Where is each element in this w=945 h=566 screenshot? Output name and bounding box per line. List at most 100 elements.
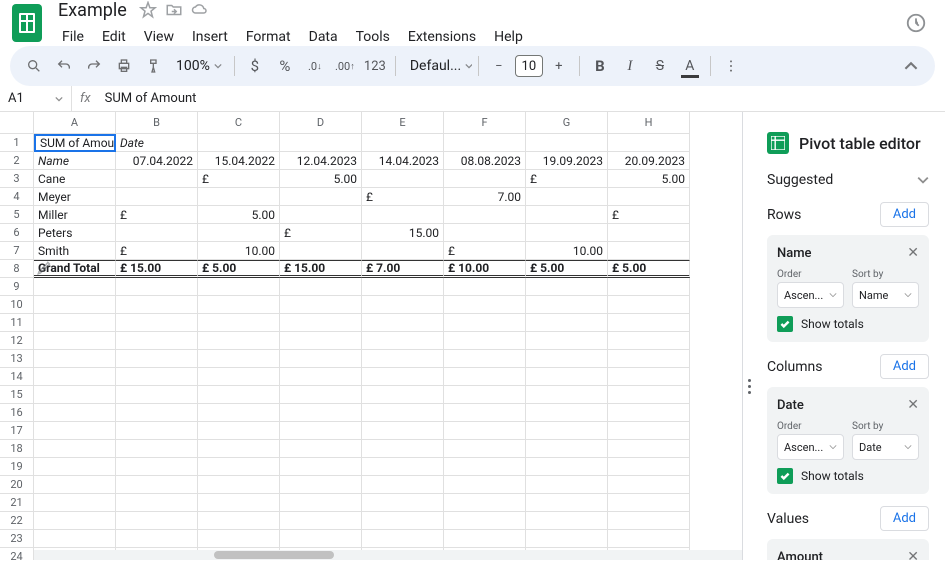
increase-decimal-btn[interactable]: .00↑ xyxy=(331,52,359,80)
cell[interactable] xyxy=(116,530,198,548)
edit-pivot-icon[interactable] xyxy=(36,258,54,276)
cell[interactable]: £ xyxy=(116,242,198,260)
decrease-decimal-btn[interactable]: .0↓ xyxy=(301,52,329,80)
cell[interactable] xyxy=(34,350,116,368)
cell[interactable]: Name xyxy=(34,152,116,170)
cell[interactable] xyxy=(444,350,526,368)
menu-insert[interactable]: Insert xyxy=(184,25,236,49)
row-header[interactable]: 22 xyxy=(0,512,34,530)
cell[interactable] xyxy=(526,404,608,422)
row-header[interactable]: 13 xyxy=(0,350,34,368)
cell[interactable] xyxy=(198,494,280,512)
cell[interactable] xyxy=(280,242,362,260)
cell[interactable] xyxy=(444,296,526,314)
cell[interactable]: Peters xyxy=(34,224,116,242)
cell[interactable] xyxy=(116,386,198,404)
menu-extensions[interactable]: Extensions xyxy=(400,25,484,49)
cell[interactable] xyxy=(116,458,198,476)
cell[interactable] xyxy=(280,314,362,332)
cell[interactable] xyxy=(116,368,198,386)
paint-format-icon[interactable] xyxy=(140,52,168,80)
cell[interactable] xyxy=(526,350,608,368)
remove-values-amount[interactable]: ✕ xyxy=(907,549,919,560)
cell[interactable] xyxy=(34,422,116,440)
col-header[interactable]: F xyxy=(444,112,526,134)
cell[interactable] xyxy=(608,332,690,350)
cell[interactable]: 12.04.2023 xyxy=(280,152,362,170)
doc-title[interactable]: Example xyxy=(54,0,131,23)
cell[interactable] xyxy=(280,458,362,476)
cell[interactable] xyxy=(608,278,690,296)
cell[interactable] xyxy=(444,422,526,440)
cell[interactable] xyxy=(362,512,444,530)
row-header[interactable]: 5 xyxy=(0,206,34,224)
cell[interactable] xyxy=(34,512,116,530)
cell[interactable] xyxy=(198,134,280,152)
move-folder-icon[interactable] xyxy=(165,1,183,19)
cell[interactable] xyxy=(280,404,362,422)
row-header[interactable]: 16 xyxy=(0,404,34,422)
cell[interactable]: 07.04.2022 xyxy=(116,152,198,170)
cell[interactable] xyxy=(444,476,526,494)
font-size-input[interactable]: 10 xyxy=(515,55,543,77)
cell[interactable] xyxy=(34,314,116,332)
more-icon[interactable] xyxy=(717,52,745,80)
menu-edit[interactable]: Edit xyxy=(94,25,134,49)
cell[interactable] xyxy=(608,314,690,332)
cell[interactable]: £ xyxy=(116,206,198,224)
row-header[interactable]: 17 xyxy=(0,422,34,440)
row-header[interactable]: 1 xyxy=(0,134,34,152)
row-header[interactable]: 24 xyxy=(0,548,34,560)
cell[interactable]: 10.00 xyxy=(526,242,608,260)
cell[interactable] xyxy=(362,170,444,188)
col-header[interactable]: D xyxy=(280,112,362,134)
row-header[interactable]: 7 xyxy=(0,242,34,260)
cell[interactable] xyxy=(608,458,690,476)
col-header[interactable]: H xyxy=(608,112,690,134)
cell[interactable] xyxy=(198,458,280,476)
cell[interactable] xyxy=(198,296,280,314)
add-rows-button[interactable]: Add xyxy=(880,202,929,227)
cell[interactable] xyxy=(444,134,526,152)
cell[interactable] xyxy=(444,206,526,224)
cols-show-totals-check[interactable] xyxy=(777,468,793,484)
suggested-toggle[interactable]: Suggested xyxy=(767,172,929,188)
cell[interactable] xyxy=(362,386,444,404)
cell[interactable] xyxy=(444,386,526,404)
cell[interactable] xyxy=(444,332,526,350)
cell[interactable] xyxy=(362,476,444,494)
cell[interactable] xyxy=(116,314,198,332)
cell[interactable] xyxy=(362,458,444,476)
cell[interactable] xyxy=(526,224,608,242)
cell[interactable] xyxy=(444,224,526,242)
cell[interactable] xyxy=(34,530,116,548)
cell[interactable] xyxy=(444,530,526,548)
cell[interactable] xyxy=(198,404,280,422)
cell[interactable] xyxy=(608,224,690,242)
row-header[interactable]: 18 xyxy=(0,440,34,458)
cell[interactable]: 5.00 xyxy=(280,170,362,188)
cell[interactable] xyxy=(526,386,608,404)
cell[interactable] xyxy=(444,170,526,188)
cell[interactable]: 14.04.2023 xyxy=(362,152,444,170)
zoom-select[interactable]: 100% xyxy=(170,58,228,74)
cell[interactable] xyxy=(608,476,690,494)
cell[interactable] xyxy=(34,296,116,314)
cell[interactable] xyxy=(34,476,116,494)
cell[interactable] xyxy=(198,368,280,386)
cell[interactable] xyxy=(280,296,362,314)
cell[interactable] xyxy=(608,296,690,314)
cell[interactable] xyxy=(526,188,608,206)
cell[interactable] xyxy=(526,458,608,476)
redo-icon[interactable] xyxy=(80,52,108,80)
col-header[interactable]: C xyxy=(198,112,280,134)
cols-order-select[interactable]: Ascen... xyxy=(777,434,844,460)
row-header[interactable]: 10 xyxy=(0,296,34,314)
cell[interactable] xyxy=(362,494,444,512)
cell[interactable]: Meyer xyxy=(34,188,116,206)
cell[interactable] xyxy=(34,404,116,422)
cell[interactable] xyxy=(526,278,608,296)
remove-rows-name[interactable]: ✕ xyxy=(907,245,919,261)
cell[interactable] xyxy=(116,296,198,314)
menu-help[interactable]: Help xyxy=(486,25,531,49)
